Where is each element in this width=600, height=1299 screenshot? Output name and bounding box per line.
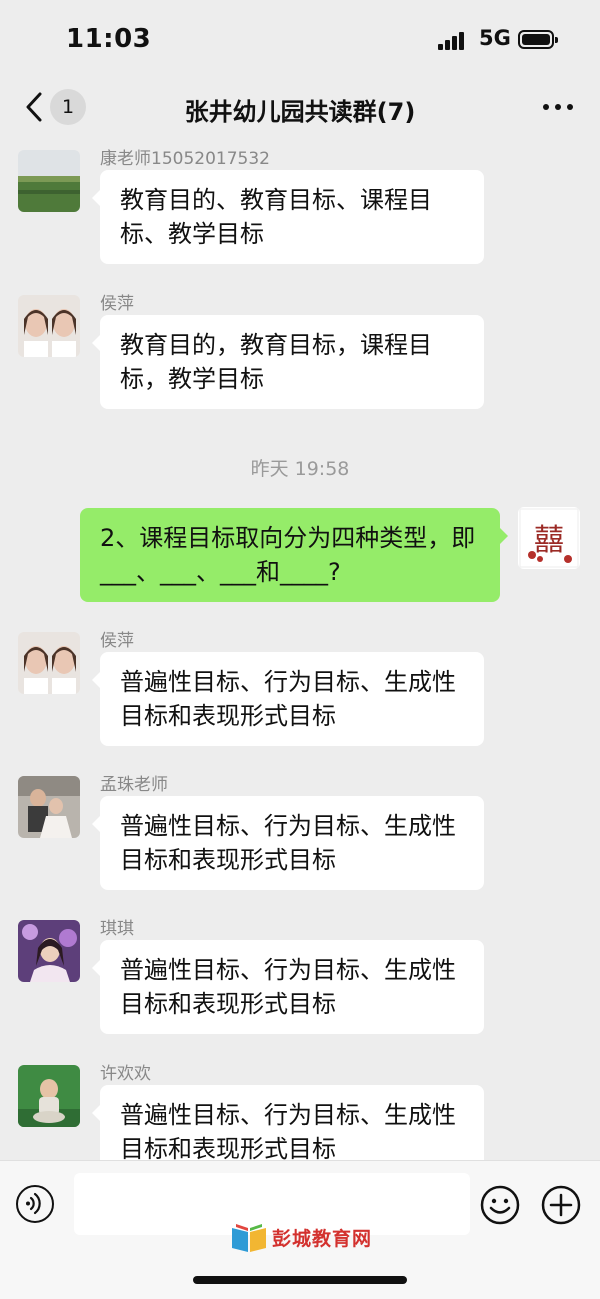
- chat-title: 张井幼儿园共读群(7): [184, 98, 416, 126]
- avatar[interactable]: 囍: [518, 507, 580, 569]
- avatar[interactable]: [18, 1065, 80, 1127]
- sender-name: 侯萍: [100, 631, 134, 651]
- avatar-text: 囍: [534, 523, 564, 558]
- book-logo-icon: [232, 1224, 266, 1252]
- more-button[interactable]: [538, 92, 578, 122]
- watermark-text: 彭城教育网: [272, 1228, 373, 1250]
- avatar[interactable]: [18, 632, 80, 694]
- emoji-button[interactable]: [480, 1185, 520, 1225]
- timestamp: 昨天 19:58: [250, 458, 350, 480]
- message-list[interactable]: 康老师15052017532 教育目的、教育目标、课程目标、教学目标 侯萍 教育…: [0, 138, 600, 1160]
- message-bubble[interactable]: 教育目的，教育目标，课程目标，教学目标: [92, 315, 484, 409]
- message-bubble[interactable]: 普遍性目标、行为目标、生成性目标和表现形式目标: [92, 796, 484, 890]
- status-time: 11:03: [66, 24, 152, 54]
- emoji-icon: [480, 1185, 520, 1225]
- sender-name: 康老师15052017532: [100, 149, 270, 169]
- avatar[interactable]: [18, 295, 80, 357]
- more-functions-button[interactable]: [541, 1185, 581, 1225]
- plus-icon: [541, 1185, 581, 1225]
- home-indicator: [193, 1276, 407, 1284]
- message-bubble[interactable]: 普遍性目标、行为目标、生成性目标和表现形式目标: [92, 1085, 484, 1160]
- voice-button[interactable]: [16, 1185, 54, 1223]
- message-bubble[interactable]: 普遍性目标、行为目标、生成性目标和表现形式目标: [92, 940, 484, 1034]
- signal-icon: [438, 30, 470, 50]
- avatar[interactable]: [18, 920, 80, 982]
- input-bar: 彭城教育网: [0, 1160, 600, 1299]
- sender-name: 孟珠老师: [100, 775, 168, 795]
- message-bubble[interactable]: 2、课程目标取向分为四种类型，即___、___、___和____?: [80, 508, 508, 602]
- network-type: 5G: [479, 26, 511, 50]
- status-bar: 11:03 5G: [0, 0, 600, 80]
- sender-name: 许欢欢: [100, 1064, 151, 1084]
- avatar[interactable]: [18, 776, 80, 838]
- avatar[interactable]: [18, 150, 80, 212]
- voice-icon: [26, 1192, 41, 1215]
- more-icon: [543, 104, 573, 110]
- sender-name: 侯萍: [100, 294, 134, 314]
- chat-header: 1 张井幼儿园共读群(7): [0, 80, 600, 136]
- battery-icon: [518, 30, 558, 49]
- message-bubble[interactable]: 教育目的、教育目标、课程目标、教学目标: [92, 170, 484, 264]
- sender-name: 琪琪: [100, 919, 134, 939]
- message-bubble[interactable]: 普遍性目标、行为目标、生成性目标和表现形式目标: [92, 652, 484, 746]
